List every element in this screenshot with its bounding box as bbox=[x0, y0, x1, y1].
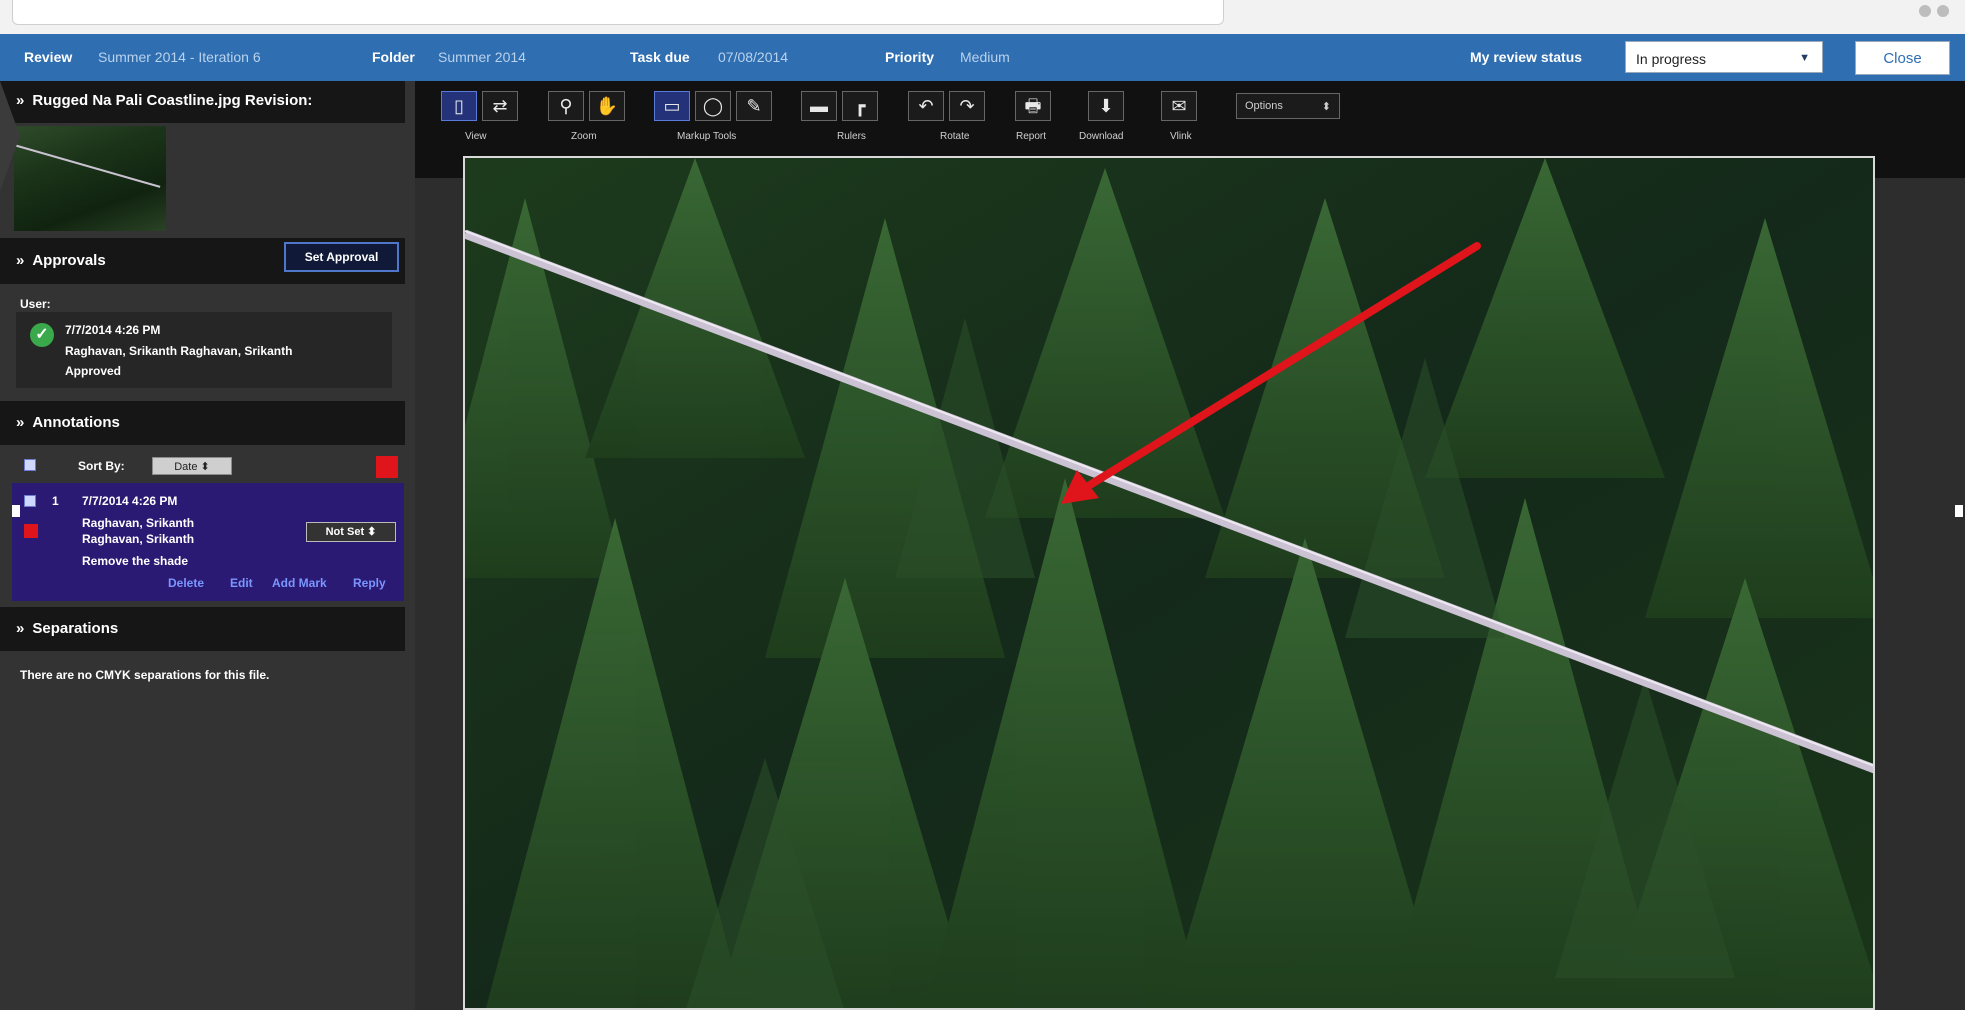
view-tools: ▯ ⇄ bbox=[441, 91, 518, 123]
panel-resize-handle[interactable] bbox=[1955, 505, 1963, 517]
rotate-right-icon[interactable]: ↷ bbox=[949, 91, 985, 121]
browser-window-controls[interactable] bbox=[1913, 4, 1953, 18]
options-select[interactable]: Options ⬍ bbox=[1236, 93, 1340, 119]
review-status-select[interactable]: In progress ▼ bbox=[1625, 41, 1823, 73]
sort-by-value: Date bbox=[174, 461, 198, 473]
annotation-status-select[interactable]: Not Set ⬍ bbox=[306, 522, 396, 542]
task-due-value: 07/08/2014 bbox=[718, 49, 789, 65]
page-icon[interactable]: ▯ bbox=[441, 91, 477, 121]
separations-note: There are no CMYK separations for this f… bbox=[20, 668, 270, 682]
swap-icon[interactable]: ⇄ bbox=[482, 91, 518, 121]
view-caption: View bbox=[465, 131, 487, 142]
edit-link[interactable]: Edit bbox=[230, 576, 253, 590]
double-chevron-icon: » bbox=[16, 620, 25, 637]
sidebar-resize-handle[interactable] bbox=[12, 505, 20, 517]
review-value: Summer 2014 - Iteration 6 bbox=[98, 49, 261, 65]
annotation-author-line1: Raghavan, Srikanth bbox=[82, 516, 195, 530]
priority-value: Medium bbox=[960, 49, 1010, 65]
ruler-v-icon[interactable]: ┏ bbox=[842, 91, 878, 121]
folder-label: Folder bbox=[372, 49, 415, 65]
double-chevron-icon: » bbox=[16, 414, 25, 431]
hand-icon[interactable]: ✋ bbox=[589, 91, 625, 121]
select-all-checkbox[interactable] bbox=[24, 459, 36, 471]
annotation-color-marker bbox=[24, 524, 38, 538]
rulers-caption: Rulers bbox=[837, 131, 866, 142]
add-mark-link[interactable]: Add Mark bbox=[272, 576, 327, 590]
sort-by-select[interactable]: Date ⬍ bbox=[152, 457, 232, 475]
delete-link[interactable]: Delete bbox=[168, 576, 204, 590]
browser-url-bar[interactable] bbox=[12, 0, 1224, 25]
circle-icon[interactable]: ◯ bbox=[695, 91, 731, 121]
rotate-tools: ↶ ↷ bbox=[908, 91, 985, 123]
annotation-item[interactable] bbox=[12, 483, 404, 601]
annotation-comment: Remove the shade bbox=[82, 554, 189, 568]
forest-image bbox=[465, 158, 1873, 1008]
chevron-updown-icon: ⬍ bbox=[1321, 101, 1331, 113]
vlink-tool: ✉ bbox=[1161, 91, 1197, 123]
report-icon[interactable]: 🖶 bbox=[1015, 91, 1051, 121]
double-chevron-icon: » bbox=[16, 252, 25, 269]
review-status-value: In progress bbox=[1636, 51, 1707, 67]
chevron-down-icon: ▼ bbox=[1799, 52, 1810, 64]
download-tool: ⬇ bbox=[1088, 91, 1124, 123]
approved-check-icon: ✓ bbox=[30, 323, 54, 347]
approval-timestamp: 7/7/2014 4:26 PM bbox=[65, 323, 161, 337]
magnifier-icon[interactable]: ⚲ bbox=[548, 91, 584, 121]
annotation-number: 1 bbox=[52, 494, 59, 508]
report-tool: 🖶 bbox=[1015, 91, 1051, 123]
markup-color-swatch[interactable] bbox=[376, 456, 398, 478]
approval-names: Raghavan, Srikanth Raghavan, Srikanth bbox=[65, 344, 293, 358]
double-chevron-icon: » bbox=[16, 92, 25, 109]
approvals-title: Approvals bbox=[32, 252, 106, 269]
download-icon[interactable]: ⬇ bbox=[1088, 91, 1124, 121]
ruler-h-icon[interactable]: ▬ bbox=[801, 91, 837, 121]
image-canvas[interactable] bbox=[463, 156, 1875, 1010]
browser-top-strip bbox=[0, 0, 1965, 35]
task-due-label: Task due bbox=[630, 49, 690, 65]
viewer-toolbar: ▯ ⇄ ⚲ ✋ ▭ ◯ ✎ ▬ ┏ ↶ ↷ 🖶 ⬇ ✉ View Zoom Ma… bbox=[415, 81, 1965, 152]
approval-status: Approved bbox=[65, 364, 122, 378]
rectangle-icon[interactable]: ▭ bbox=[654, 91, 690, 121]
review-label: Review bbox=[24, 49, 73, 65]
sort-by-label: Sort By: bbox=[78, 459, 125, 473]
file-revision-title: Rugged Na Pali Coastline.jpg Revision: bbox=[32, 92, 313, 109]
options-label: Options bbox=[1245, 100, 1283, 112]
separations-title: Separations bbox=[32, 620, 119, 637]
reply-link[interactable]: Reply bbox=[353, 576, 386, 590]
mail-icon[interactable]: ✉ bbox=[1161, 91, 1197, 121]
priority-label: Priority bbox=[885, 49, 935, 65]
review-header-bar: Review Summer 2014 - Iteration 6 Folder … bbox=[0, 34, 1965, 81]
my-review-status-label: My review status bbox=[1470, 49, 1583, 65]
annotations-title: Annotations bbox=[32, 414, 120, 431]
folder-value: Summer 2014 bbox=[438, 49, 526, 65]
set-approval-button[interactable]: Set Approval bbox=[284, 242, 399, 272]
annotation-status-value: Not Set bbox=[325, 526, 365, 538]
report-caption: Report bbox=[1016, 131, 1047, 142]
zoom-tools: ⚲ ✋ bbox=[548, 91, 625, 123]
markup-tools-caption: Markup Tools bbox=[677, 131, 737, 142]
annotations-header[interactable]: » Annotations bbox=[0, 401, 405, 445]
markup-tools: ▭ ◯ ✎ bbox=[654, 91, 772, 123]
annotation-checkbox[interactable] bbox=[24, 495, 36, 507]
rotate-left-icon[interactable]: ↶ bbox=[908, 91, 944, 121]
vlink-caption: Vlink bbox=[1170, 131, 1192, 142]
annotation-timestamp: 7/7/2014 4:26 PM bbox=[82, 494, 178, 508]
separations-header[interactable]: » Separations bbox=[0, 607, 405, 651]
pencil-icon[interactable]: ✎ bbox=[736, 91, 772, 121]
ruler-tools: ▬ ┏ bbox=[801, 91, 878, 123]
revision-thumbnail[interactable] bbox=[14, 126, 166, 231]
zoom-caption: Zoom bbox=[571, 131, 597, 142]
close-button[interactable]: Close bbox=[1855, 41, 1950, 75]
download-caption: Download bbox=[1079, 131, 1124, 142]
annotation-author-line2: Raghavan, Srikanth bbox=[82, 532, 195, 546]
rotate-caption: Rotate bbox=[940, 131, 970, 142]
user-label: User: bbox=[20, 297, 51, 311]
file-revision-header[interactable]: » Rugged Na Pali Coastline.jpg Revision: bbox=[0, 81, 405, 123]
